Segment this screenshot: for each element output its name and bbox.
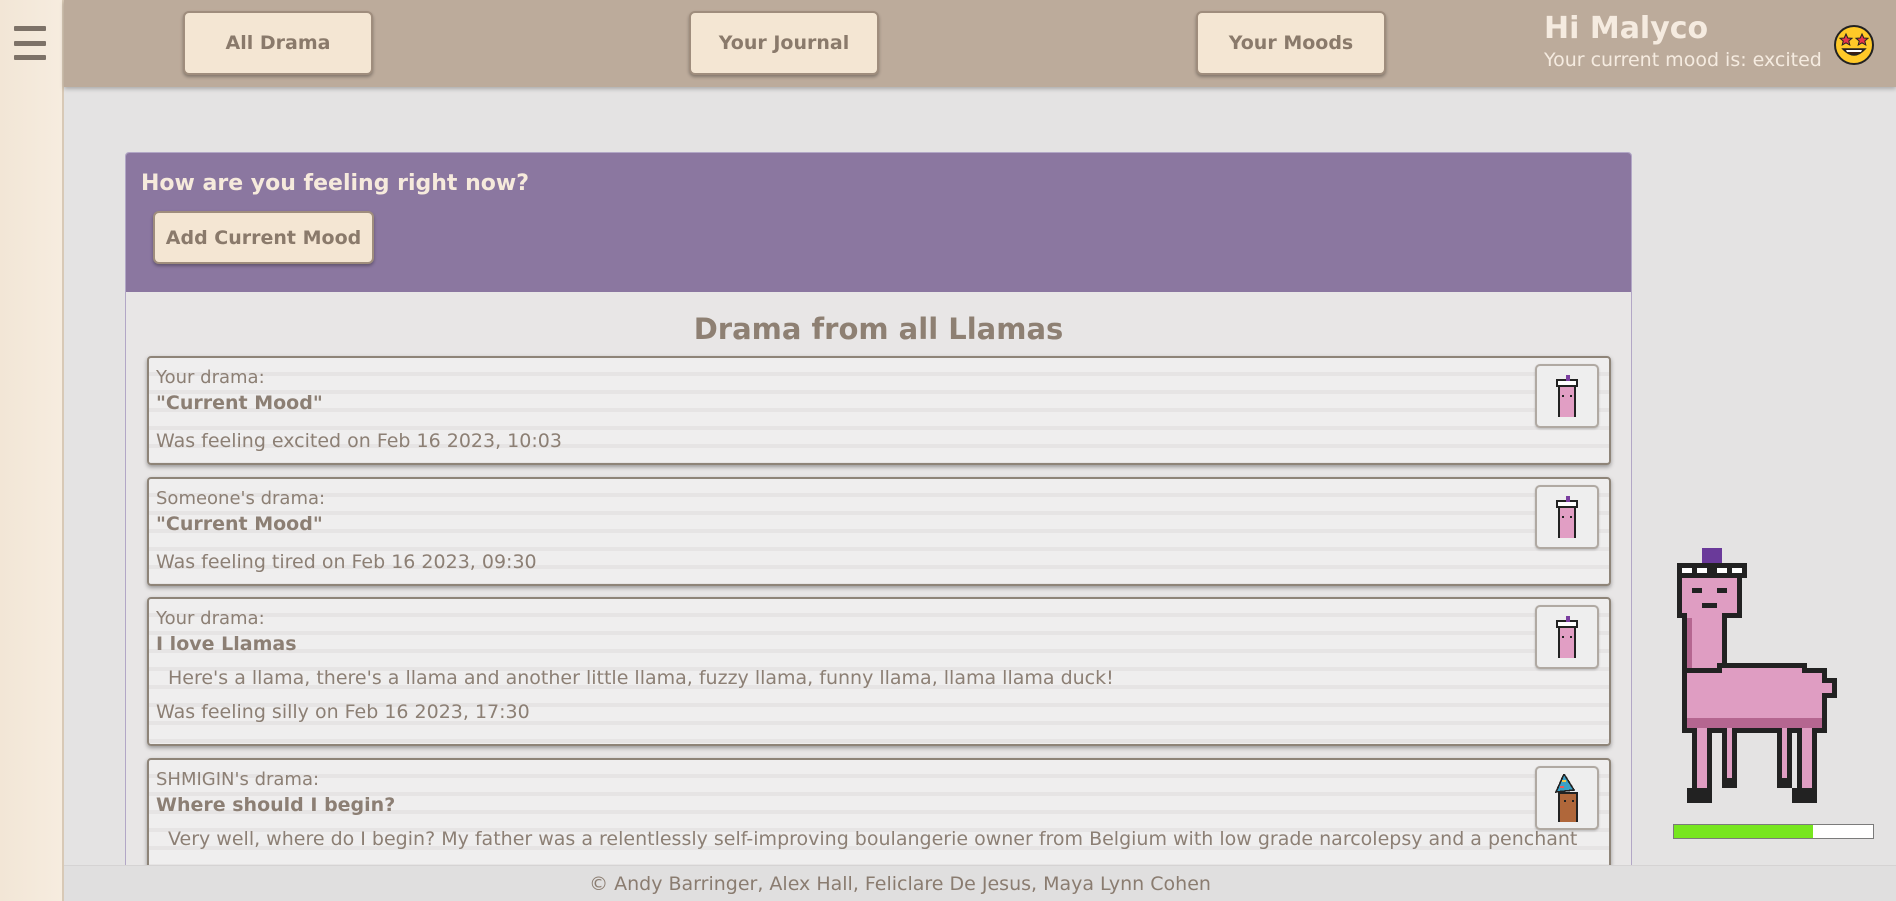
pet-llama-tiara[interactable] <box>1672 548 1872 823</box>
drama-avatar[interactable] <box>1535 485 1599 549</box>
pet-energy-fill <box>1674 825 1814 838</box>
drama-avatar[interactable] <box>1535 364 1599 428</box>
all-drama-button[interactable]: All Drama <box>183 11 373 75</box>
your-moods-button[interactable]: Your Moods <box>1196 11 1386 75</box>
drama-title: "Current Mood" <box>156 392 323 414</box>
user-greeting: Hi Malyco Your current mood is: excited <box>1544 10 1822 72</box>
drama-title: "Current Mood" <box>156 513 323 535</box>
your-journal-button[interactable]: Your Journal <box>689 11 879 75</box>
drama-date: Was feeling tired on Feb 16 2023, 09:30 <box>156 551 537 573</box>
drama-author: Someone's drama: <box>156 488 326 509</box>
brown-llama-party-hat-icon <box>1554 774 1578 822</box>
mood-prompt-panel: How are you feeling right now? Add Curre… <box>126 153 1631 292</box>
star-struck-emoji-icon[interactable] <box>1833 24 1875 66</box>
pink-llama-tiara-icon <box>1556 616 1578 658</box>
feed-title: Drama from all Llamas <box>693 312 1064 346</box>
drama-title: Where should I begin? <box>156 794 396 816</box>
drama-date: Was feeling excited on Feb 16 2023, 10:0… <box>156 430 562 452</box>
drama-date: Was feeling silly on Feb 16 2023, 17:30 <box>156 701 530 723</box>
pink-llama-tiara-icon <box>1556 375 1578 417</box>
greeting-title: Hi Malyco <box>1544 11 1709 46</box>
drama-author: SHMIGIN's drama: <box>156 769 320 790</box>
drama-avatar[interactable] <box>1535 766 1599 830</box>
drama-avatar[interactable] <box>1535 605 1599 669</box>
pink-llama-tiara-icon <box>1556 496 1578 538</box>
current-mood-text: Your current mood is: excited <box>1544 49 1822 71</box>
side-panel <box>0 0 64 901</box>
drama-entry[interactable]: Your drama: "Current Mood" Was feeling e… <box>147 356 1611 465</box>
drama-entry[interactable]: Your drama: I love Llamas Here's a llama… <box>147 597 1611 746</box>
mood-question: How are you feeling right now? <box>141 171 529 196</box>
footer-credits: © Andy Barringer, Alex Hall, Feliclare D… <box>64 865 1896 901</box>
drama-entry[interactable]: Someone's drama: "Current Mood" Was feel… <box>147 477 1611 586</box>
drama-author: Your drama: <box>156 608 265 629</box>
drama-entry[interactable]: SHMIGIN's drama: Where should I begin? V… <box>147 758 1611 871</box>
drama-title: I love Llamas <box>156 633 297 655</box>
pet-energy-bar <box>1673 824 1874 839</box>
drama-body: Here's a llama, there's a llama and anot… <box>168 667 1114 689</box>
drama-author: Your drama: <box>156 367 265 388</box>
hamburger-menu-icon[interactable] <box>14 26 46 60</box>
add-current-mood-button[interactable]: Add Current Mood <box>153 211 374 264</box>
main-content-card: How are you feeling right now? Add Curre… <box>125 152 1632 872</box>
